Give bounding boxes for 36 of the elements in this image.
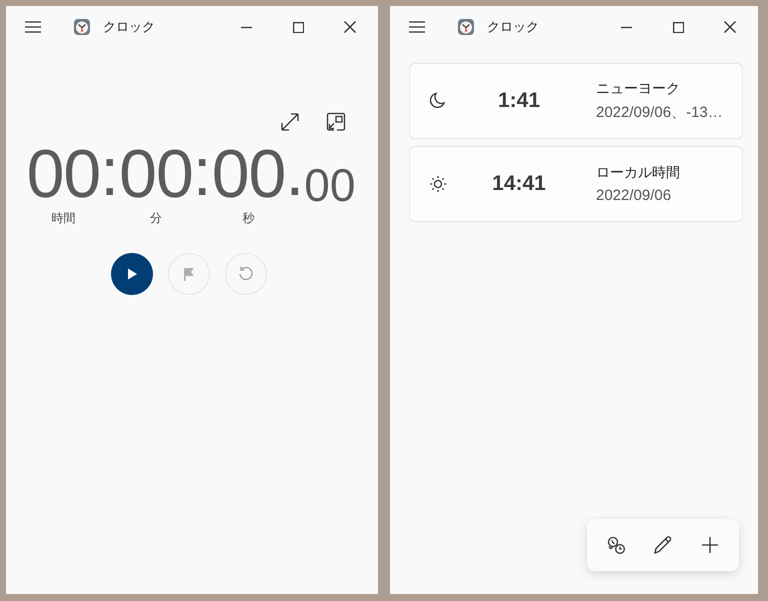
city-name: ニューヨーク [596,80,681,98]
maximize-icon [672,22,684,32]
unit-label: 分 [150,210,162,227]
window-title: クロック [487,19,540,36]
plus-icon [701,536,719,554]
time-digits: 00 [119,136,193,212]
time-separator: : [100,136,120,208]
close-icon [724,21,736,33]
pencil-icon [653,535,673,555]
clock-app-icon [73,18,91,36]
clock-time: 14:41 [491,172,547,196]
maximize-icon [292,22,304,32]
date-offset: 2022/09/06、-13… [596,103,723,122]
play-button[interactable] [111,253,153,295]
unit-label: 時間 [51,210,76,227]
picture-in-picture-icon [326,112,346,132]
menu-icon [408,19,426,35]
time-digits: 00 [212,136,286,212]
clock-app-icon [457,18,475,36]
menu-icon [24,19,42,35]
unit-label: 秒 [242,210,254,227]
city-name: ローカル時間 [596,164,680,182]
clocks-icon [606,536,626,554]
expand-arrows-icon [280,112,300,132]
hundredths-digits: 00 [304,162,356,208]
sun-icon [429,175,447,193]
date-offset: 2022/09/06 [596,187,672,204]
time-digits: 00 [26,136,100,212]
window-title: クロック [103,19,156,36]
flag-icon [181,266,197,282]
time-separator: : [192,136,212,208]
decimal-point: . [285,136,304,208]
clock-time: 1:41 [496,89,542,113]
moon-icon [429,92,447,110]
reset-icon [237,265,255,283]
close-icon [344,21,356,33]
